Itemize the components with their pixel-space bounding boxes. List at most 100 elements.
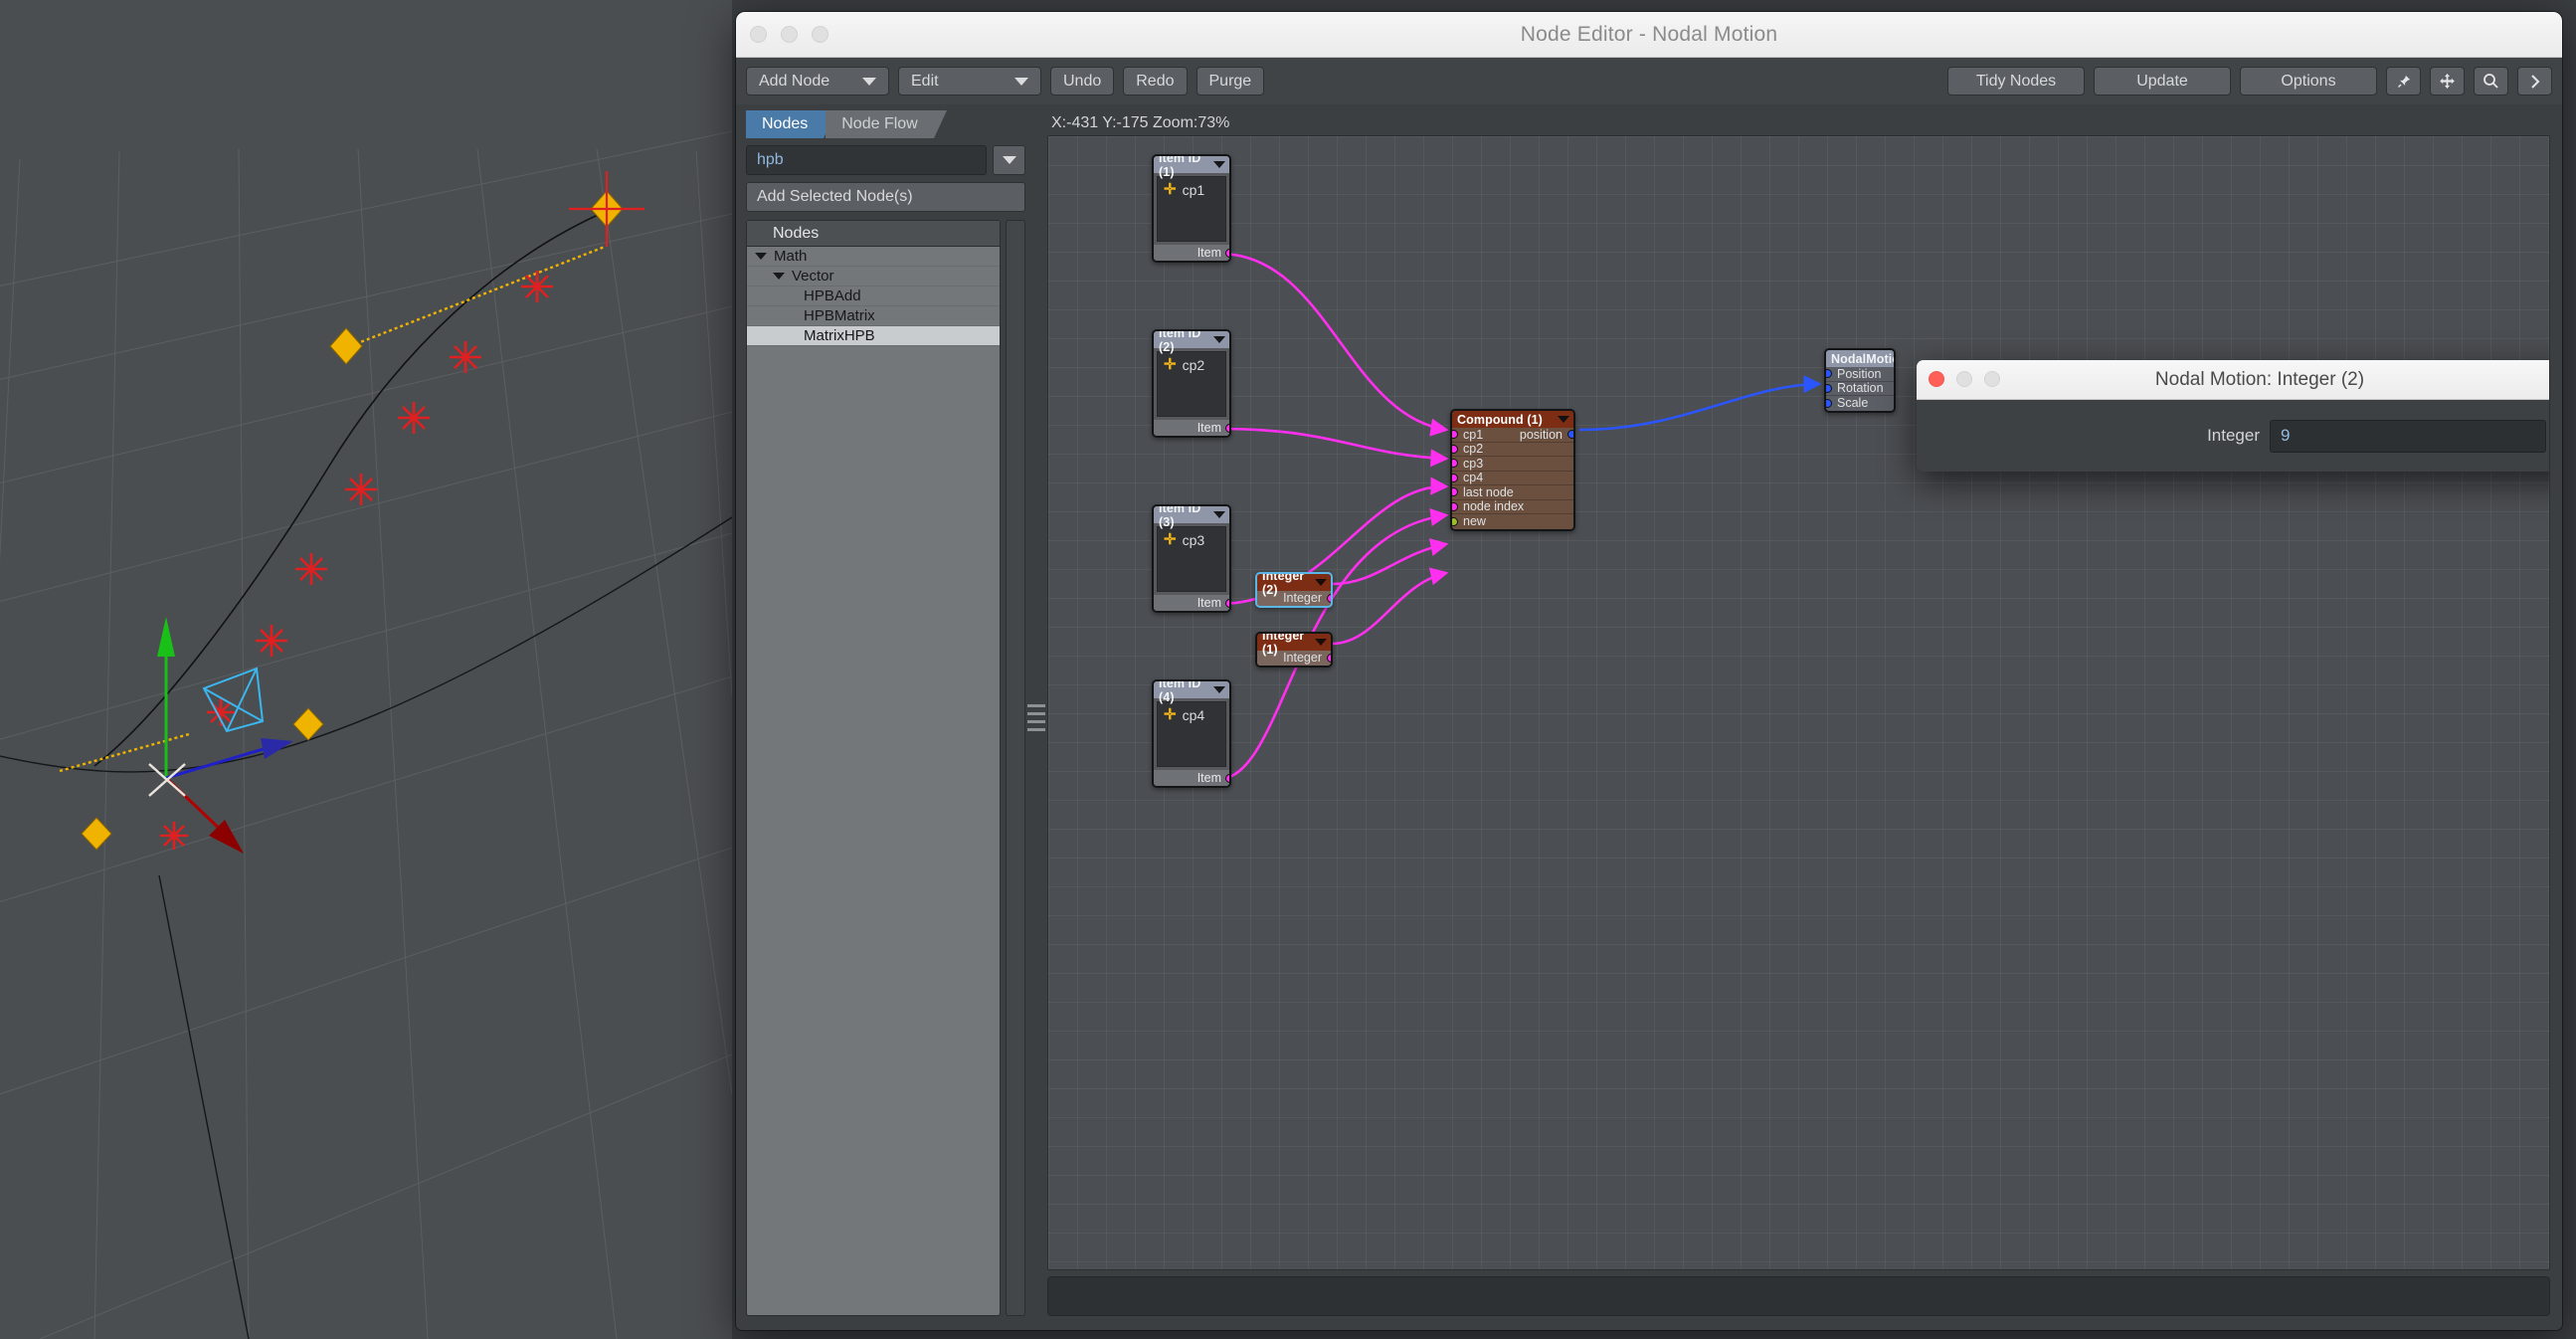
compound-row-cp4: cp4 [1452, 471, 1573, 485]
input-label: cp1 [1463, 427, 1484, 442]
output-port-integer[interactable] [1327, 653, 1331, 663]
move-icon[interactable] [2430, 67, 2465, 96]
node-graph-canvas[interactable]: Item ID (1) ✛ cp1 Item Item ID (2) ✛ cp2… [1047, 135, 2550, 1270]
tree-item-label: HPBMatrix [804, 307, 875, 324]
search-glyph [2484, 74, 2498, 89]
item-slot[interactable]: ✛ cp1 [1157, 176, 1226, 242]
node-tree[interactable]: Nodes Math Vector HPBAdd HPBMatrix Matri… [746, 220, 1001, 1316]
item-slot[interactable]: ✛ cp2 [1157, 351, 1226, 417]
input-port-new[interactable] [1452, 516, 1458, 526]
node-header[interactable]: Integer (1) [1257, 634, 1331, 657]
output-port-item[interactable] [1225, 423, 1229, 433]
input-port-scale[interactable] [1826, 398, 1832, 408]
node-integer-1[interactable]: Integer (1) Integer [1255, 632, 1333, 668]
tree-item-label: Vector [792, 268, 834, 285]
node-header[interactable]: Item ID (3) [1154, 506, 1229, 529]
search-input[interactable]: hpb [746, 145, 987, 175]
output-port-item[interactable] [1225, 773, 1229, 783]
tree-item-label: HPBAdd [804, 287, 861, 304]
tree-item-hpbmatrix[interactable]: HPBMatrix [747, 306, 1000, 326]
redo-button[interactable]: Redo [1123, 67, 1188, 96]
node-item-id-2[interactable]: Item ID (2) ✛ cp2 Item [1152, 329, 1231, 438]
input-port-position[interactable] [1826, 369, 1832, 379]
output-label: Item [1196, 596, 1221, 610]
node-compound-1[interactable]: Compound (1) cp1 position cp2 cp3 cp4 la… [1450, 409, 1575, 531]
output-port-item[interactable] [1225, 598, 1229, 608]
node-item-id-3[interactable]: Item ID (3) ✛ cp3 Item [1152, 504, 1231, 613]
node-nodal-motion[interactable]: NodalMotion Position Rotation [1824, 348, 1896, 413]
node-header[interactable]: Item ID (2) [1154, 331, 1229, 354]
input-port-node-index[interactable] [1452, 501, 1458, 511]
chevron-down-icon [773, 273, 785, 280]
input-port-last-node[interactable] [1452, 487, 1458, 497]
item-slot[interactable]: ✛ cp4 [1157, 701, 1226, 767]
graph-status-readout: X:-431 Y:-175 Zoom:73% [1051, 113, 1230, 131]
wire-layer [1218, 252, 1822, 781]
dialog-titlebar[interactable]: Nodal Motion: Integer (2) [1917, 360, 2549, 400]
node-header[interactable]: Integer (2) [1257, 574, 1331, 597]
chevron-down-icon[interactable] [1213, 686, 1225, 693]
integer-field-input[interactable]: 9 [2270, 419, 2546, 453]
node-header[interactable]: Item ID (4) [1154, 681, 1229, 704]
compound-row-cp1: cp1 position [1452, 428, 1573, 443]
input-label: node index [1463, 499, 1525, 514]
window-titlebar[interactable]: Node Editor - Nodal Motion [736, 12, 2562, 58]
update-button[interactable]: Update [2094, 67, 2231, 96]
input-port-cp2[interactable] [1452, 444, 1458, 454]
options-button[interactable]: Options [2240, 67, 2377, 96]
input-port-rotation[interactable] [1826, 383, 1832, 393]
input-label: cp2 [1463, 442, 1484, 457]
output-port-position[interactable] [1567, 430, 1573, 440]
graph-footer-bar [1047, 1276, 2550, 1316]
node-header[interactable]: NodalMotion [1826, 350, 1894, 367]
output-port-item[interactable] [1225, 248, 1229, 258]
node-header[interactable]: Item ID (1) [1154, 156, 1229, 179]
tab-node-flow[interactable]: Node Flow [826, 110, 948, 138]
chevron-down-icon[interactable] [1213, 161, 1225, 168]
node-integer-2[interactable]: Integer (2) Integer [1255, 572, 1333, 608]
tidy-nodes-button[interactable]: Tidy Nodes [1947, 67, 2085, 96]
purge-button[interactable]: Purge [1196, 67, 1265, 96]
chevron-down-icon [755, 253, 767, 260]
add-node-dropdown[interactable]: Add Node [746, 67, 889, 96]
output-port-integer[interactable] [1327, 593, 1331, 603]
pin-icon[interactable] [2386, 67, 2421, 96]
chevron-down-icon[interactable] [1315, 579, 1327, 586]
3d-viewport[interactable] [0, 0, 732, 1339]
item-slot[interactable]: ✛ cp3 [1157, 526, 1226, 592]
chevron-down-icon[interactable] [1213, 511, 1225, 518]
nm-row-scale: Scale [1826, 396, 1894, 411]
chevron-right-icon[interactable] [2517, 67, 2552, 96]
tab-nodes[interactable]: Nodes [746, 110, 837, 138]
add-selected-nodes-button[interactable]: Add Selected Node(s) [746, 182, 1025, 212]
node-tree-scrollbar[interactable] [1006, 220, 1025, 1316]
tree-item-hpbadd[interactable]: HPBAdd [747, 287, 1000, 306]
panel-splitter[interactable] [1025, 104, 1047, 1330]
input-port-cp3[interactable] [1452, 459, 1458, 469]
tree-item-math[interactable]: Math [747, 247, 1000, 267]
chevron-down-icon[interactable] [1558, 416, 1569, 423]
search-history-dropdown[interactable] [993, 145, 1025, 175]
tree-item-matrixhpb[interactable]: MatrixHPB [747, 326, 1000, 346]
input-label: cp3 [1463, 456, 1484, 471]
node-body: Position Rotation Scale [1826, 367, 1894, 411]
node-header[interactable]: Compound (1) [1452, 411, 1573, 428]
plus-icon: ✛ [1164, 706, 1177, 723]
node-item-id-1[interactable]: Item ID (1) ✛ cp1 Item [1152, 154, 1231, 263]
editor-body: Nodes Node Flow hpb Add Selected Node(s)… [736, 104, 2562, 1330]
integer-field-label: Integer [2207, 426, 2260, 445]
input-port-cp4[interactable] [1452, 473, 1458, 482]
input-label: Scale [1837, 396, 1869, 411]
tree-item-vector[interactable]: Vector [747, 267, 1000, 287]
chevron-down-icon[interactable] [1315, 639, 1327, 646]
node-output-row: Item [1154, 245, 1229, 261]
edit-label: Edit [911, 72, 939, 90]
search-icon[interactable] [2474, 67, 2508, 96]
item-name: cp1 [1182, 182, 1205, 198]
input-port-cp1[interactable] [1452, 430, 1458, 440]
node-item-id-4[interactable]: Item ID (4) ✛ cp4 Item [1152, 679, 1231, 788]
undo-button[interactable]: Undo [1050, 67, 1115, 96]
chevron-down-icon[interactable] [1213, 336, 1225, 343]
window-title: Node Editor - Nodal Motion [1520, 22, 1778, 46]
edit-dropdown[interactable]: Edit [898, 67, 1041, 96]
